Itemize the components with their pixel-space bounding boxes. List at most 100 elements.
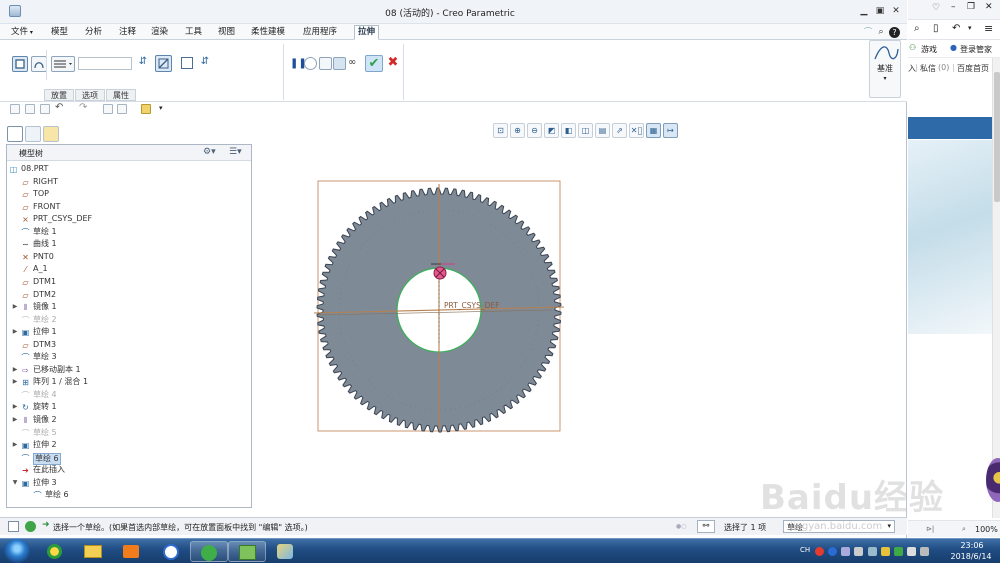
repaint-icon[interactable]: ◩ <box>544 123 559 138</box>
model-tree-tab[interactable] <box>7 126 23 142</box>
tree-item[interactable]: ⨯ PRT_CSYS_DEF <box>7 213 251 226</box>
new-file-icon[interactable] <box>10 104 20 114</box>
help-icon[interactable]: ? <box>889 27 900 38</box>
tree-item[interactable]: ▶ ⇨ 已移动副本 1 <box>7 364 251 377</box>
clock-date[interactable]: 2018/6/14 <box>946 552 996 561</box>
tree-item[interactable]: ✕ PNT0 <box>7 251 251 264</box>
tree-settings-icon[interactable]: ⚙▾ <box>203 147 216 157</box>
taskbar-app-creo[interactable] <box>228 541 266 562</box>
expand-arrow-icon[interactable]: ▶ <box>11 376 19 389</box>
tree-item[interactable]: ▶ ↻ 旋转 1 <box>7 401 251 414</box>
tree-item[interactable]: ▱ DTM3 <box>7 339 251 352</box>
tab-annotate[interactable]: 注释 <box>116 26 139 39</box>
tab-options[interactable]: 选项 <box>75 89 105 101</box>
verify-mode-icon[interactable] <box>333 57 346 70</box>
tree-item[interactable]: ⌒ 草绘 6 <box>7 489 251 502</box>
datum-display-icon[interactable]: ✕⃝ <box>629 123 644 138</box>
no-preview-icon[interactable] <box>304 57 317 70</box>
tree-item[interactable]: ⌒ 草绘 1 <box>7 226 251 239</box>
taskbar-app-browser[interactable] <box>190 541 228 562</box>
clock-time[interactable]: 23:06 <box>952 541 992 550</box>
close-icon[interactable]: ✕ <box>889 4 903 18</box>
page-nav-icon[interactable]: ⊳| <box>926 525 934 533</box>
tree-item[interactable]: ▱ FRONT <box>7 201 251 214</box>
extrude-solid-button[interactable] <box>12 56 28 72</box>
tree-item[interactable]: ▶ ⫴ 镜像 1 <box>7 301 251 314</box>
flip-depth-icon[interactable]: ⇵ <box>136 56 150 70</box>
zoom-out-icon[interactable]: ⊖ <box>527 123 542 138</box>
chevron-down-icon[interactable]: ▾ <box>968 24 972 32</box>
ribbon-collapse-icon[interactable]: ⌒ <box>861 25 875 39</box>
volume-icon[interactable] <box>907 547 916 556</box>
taskbar-app-explorer[interactable] <box>74 541 112 562</box>
zoom-in-icon[interactable]: ⊕ <box>510 123 525 138</box>
datum-group[interactable]: 基准 ▾ <box>869 40 901 98</box>
tree-item[interactable]: ⁄ A_1 <box>7 263 251 276</box>
login-link[interactable]: 登录管家 <box>960 44 992 55</box>
tab-applications[interactable]: 应用程序 <box>300 26 340 39</box>
search-icon[interactable]: ⌕ <box>874 25 888 39</box>
confirm-button[interactable]: ✔ <box>365 55 383 72</box>
annotation-display-icon[interactable]: ▦ <box>646 123 661 138</box>
save-icon[interactable] <box>40 104 50 114</box>
folder-icon[interactable] <box>141 104 151 114</box>
tree-item[interactable]: ▱ DTM1 <box>7 276 251 289</box>
depth-option-dropdown[interactable] <box>51 56 75 72</box>
spin-center-icon[interactable]: ↦ <box>663 123 678 138</box>
tray-icon-sogou[interactable] <box>815 547 824 556</box>
tree-item[interactable]: ▶ ▣ 拉伸 1 <box>7 326 251 339</box>
regenerate-icon[interactable] <box>103 104 113 114</box>
extrude-surface-button[interactable] <box>31 56 47 72</box>
network-icon[interactable] <box>920 547 929 556</box>
taskbar-app-baidu-netdisk[interactable] <box>152 541 190 562</box>
input-language[interactable]: CH <box>800 546 810 554</box>
selection-binoculars-icon[interactable]: ⚯ <box>697 520 715 533</box>
display-style-icon[interactable]: ◧ <box>561 123 576 138</box>
tab-render[interactable]: 渲染 <box>148 26 171 39</box>
tree-item[interactable]: ⌒ 草绘 4 <box>7 389 251 402</box>
tray-icon-tool[interactable] <box>841 547 850 556</box>
tab-extrude[interactable]: 拉伸 <box>354 25 380 40</box>
windows-icon[interactable] <box>117 104 127 114</box>
games-link[interactable]: 游戏 <box>921 44 937 55</box>
tab-tools[interactable]: 工具 <box>182 26 205 39</box>
tray-icon-help[interactable] <box>828 547 837 556</box>
tab-model[interactable]: 模型 <box>48 26 71 39</box>
creo-app-icon[interactable] <box>9 5 21 17</box>
tree-item[interactable]: ∼ 曲线 1 <box>7 238 251 251</box>
phone-icon[interactable]: ▯ <box>933 23 939 34</box>
signal-icon[interactable] <box>868 547 877 556</box>
link-private-message[interactable]: 私信 <box>920 63 936 74</box>
collapse-arrow-icon[interactable]: ▼ <box>11 477 19 490</box>
tree-columns-icon[interactable]: ☰▾ <box>229 147 242 157</box>
tree-item[interactable]: ◫ 08.PRT <box>7 163 251 176</box>
restore-icon[interactable]: ❐ <box>967 2 975 12</box>
search-icon[interactable]: ⌕ <box>914 23 920 34</box>
tab-view[interactable]: 视图 <box>215 26 238 39</box>
cancel-button[interactable]: ✖ <box>386 55 400 72</box>
redo-icon[interactable]: ↷ <box>79 102 87 113</box>
tree-toggle-icon[interactable] <box>8 521 19 532</box>
tree-item[interactable]: ▱ DTM2 <box>7 289 251 302</box>
customize-toolbar-chevron-icon[interactable]: ▾ <box>159 104 163 112</box>
taskbar-app-media[interactable] <box>112 541 150 562</box>
maximize-icon[interactable]: ▣ <box>873 4 887 18</box>
browser-scrollbar[interactable] <box>992 58 1000 518</box>
tree-item[interactable]: ⌒ 草绘 6 <box>7 452 251 465</box>
pause-icon[interactable]: ❚❚ <box>290 58 307 70</box>
zoom-icon[interactable]: ⌕ <box>962 525 966 534</box>
tree-item[interactable]: ⌒ 草绘 2 <box>7 314 251 327</box>
tree-item[interactable]: ▶ ⊞ 阵列 1 / 混合 1 <box>7 376 251 389</box>
tree-item[interactable]: ⌒ 草绘 3 <box>7 351 251 364</box>
open-file-icon[interactable] <box>25 104 35 114</box>
folder-browser-tab[interactable] <box>25 126 41 142</box>
minimize-icon[interactable]: ▁ <box>857 4 871 18</box>
undo-close-icon[interactable]: ↶ <box>952 23 960 34</box>
tray-icon-360[interactable] <box>894 547 903 556</box>
view-manager-icon[interactable]: ▤ <box>595 123 610 138</box>
glasses-preview-icon[interactable]: ∞ <box>348 57 362 70</box>
undo-icon[interactable]: ↶ <box>55 102 63 113</box>
taskbar-app-paint[interactable] <box>266 541 304 562</box>
graphics-window[interactable]: PRT_CSYS_DEF <box>252 140 907 517</box>
tab-properties[interactable]: 属性 <box>106 89 136 101</box>
